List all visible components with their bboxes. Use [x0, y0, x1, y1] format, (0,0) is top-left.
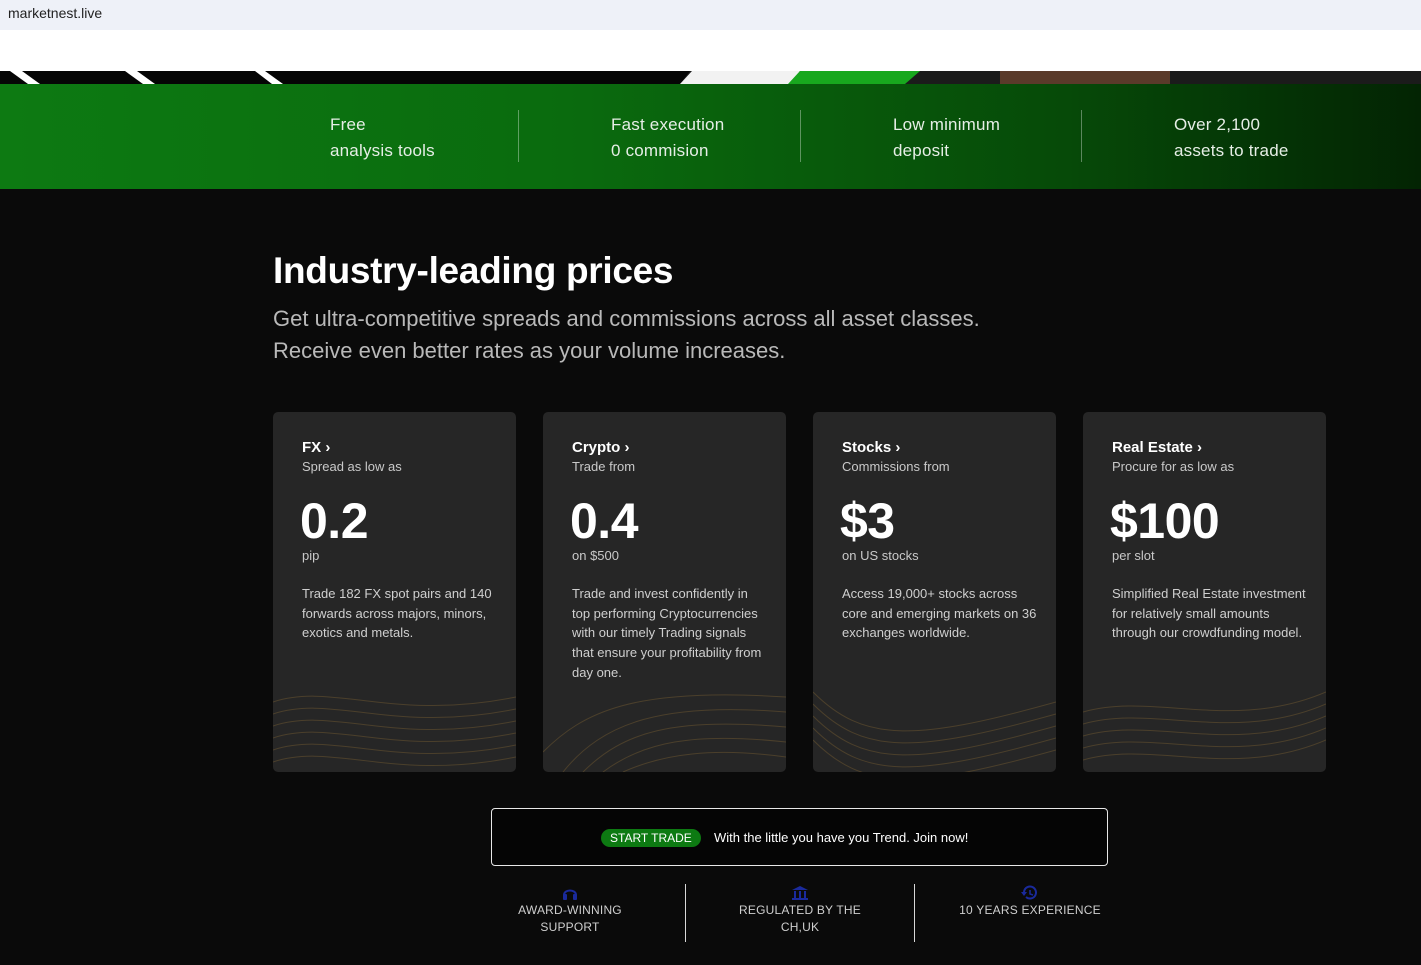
card-description: Access 19,000+ stocks across core and em…	[842, 586, 1037, 641]
chevron-right-icon: ›	[895, 439, 901, 456]
feature-line: 0 commision	[611, 141, 709, 160]
card-description: Trade 182 FX spot pairs and 140 forwards…	[302, 586, 492, 641]
card-title: Real Estate	[1112, 439, 1193, 456]
feature-line: deposit	[893, 141, 950, 160]
trust-divider	[685, 884, 686, 942]
feature-fast-execution: Fast execution 0 commision	[611, 112, 724, 164]
bank-icon	[792, 886, 808, 900]
card-title-link[interactable]: Real Estate ›	[1112, 439, 1202, 456]
browser-url-bar[interactable]: marketnest.live	[0, 0, 1421, 30]
feature-line: Low minimum	[893, 115, 1001, 134]
feature-line: Free	[330, 115, 366, 134]
trust-support: AWARD-WINNING SUPPORT	[490, 885, 650, 936]
chevron-right-icon: ›	[1197, 439, 1203, 456]
start-trade-button[interactable]: START TRADE	[601, 829, 701, 847]
chevron-right-icon: ›	[624, 439, 630, 456]
card-title-link[interactable]: FX ›	[302, 439, 330, 456]
feature-line: assets to trade	[1174, 141, 1289, 160]
card-title: Crypto	[572, 439, 621, 456]
feature-low-deposit: Low minimum deposit	[893, 112, 1000, 164]
card-subtitle: Trade from	[572, 459, 636, 474]
trust-line: AWARD-WINNING	[518, 903, 622, 917]
card-subtitle: Procure for as low as	[1112, 459, 1235, 474]
card-subtitle: Commissions from	[842, 459, 950, 474]
card-description: Trade and invest confidently in top perf…	[572, 586, 762, 680]
headset-icon	[563, 889, 577, 900]
wave-pattern	[813, 691, 1056, 772]
card-unit: on US stocks	[842, 548, 919, 563]
wave-pattern	[543, 694, 786, 772]
trust-line: 10 YEARS EXPERIENCE	[959, 903, 1101, 917]
card-description: Simplified Real Estate investment for re…	[1112, 586, 1306, 641]
cta-text: With the little you have you Trend. Join…	[714, 830, 969, 845]
start-trade-banner[interactable]: START TRADE With the little you have you…	[491, 808, 1108, 866]
header-strip	[0, 30, 1421, 71]
card-unit: per slot	[1112, 548, 1155, 563]
feature-line: analysis tools	[330, 141, 435, 160]
wave-pattern	[273, 695, 516, 766]
chevron-right-icon: ›	[325, 439, 331, 456]
card-unit: pip	[302, 548, 320, 563]
feature-line: Fast execution	[611, 115, 725, 134]
trust-line: CH,UK	[780, 920, 820, 934]
card-subtitle: Spread as low as	[302, 459, 402, 474]
trust-line: REGULATED BY THE	[739, 903, 861, 917]
card-value: 0.2	[300, 493, 369, 549]
feature-divider	[1081, 110, 1082, 162]
card-unit: on $500	[572, 548, 619, 563]
card-value: 0.4	[570, 493, 639, 549]
features-banner: Free analysis tools Fast execution 0 com…	[0, 84, 1421, 189]
card-value: $3	[840, 493, 895, 549]
feature-divider	[518, 110, 519, 162]
trust-experience: 10 YEARS EXPERIENCE	[945, 885, 1115, 919]
price-card-fx[interactable]: FX › Spread as low as 0.2 pip Trade 182 …	[273, 412, 516, 772]
price-card-crypto[interactable]: Crypto › Trade from 0.4 on $500 Trade an…	[543, 412, 786, 772]
card-title: Stocks	[842, 439, 892, 456]
price-card-stocks[interactable]: Stocks › Commissions from $3 on US stock…	[813, 412, 1056, 772]
trust-regulated: REGULATED BY THE CH,UK	[720, 885, 880, 936]
feature-divider	[800, 110, 801, 162]
hero-decoration	[10, 71, 1421, 84]
section-title: Industry-leading prices	[273, 250, 674, 291]
section-subtitle: Get ultra-competitive spreads and commis…	[273, 306, 980, 363]
card-value: $100	[1110, 493, 1220, 549]
price-card-real-estate[interactable]: Real Estate › Procure for as low as $100…	[1083, 412, 1326, 772]
hero-image-edge	[0, 71, 1421, 84]
feature-line: Over 2,100	[1174, 115, 1261, 134]
feature-analysis-tools: Free analysis tools	[330, 112, 435, 164]
card-title-link[interactable]: Crypto ›	[572, 439, 630, 456]
feature-assets: Over 2,100 assets to trade	[1174, 112, 1289, 164]
card-title-link[interactable]: Stocks ›	[842, 439, 900, 456]
url-text: marketnest.live	[8, 5, 103, 21]
history-icon	[1021, 885, 1037, 900]
card-title: FX	[302, 439, 322, 456]
wave-pattern	[1083, 691, 1326, 761]
trust-divider	[914, 884, 915, 942]
trust-line: SUPPORT	[540, 920, 600, 934]
